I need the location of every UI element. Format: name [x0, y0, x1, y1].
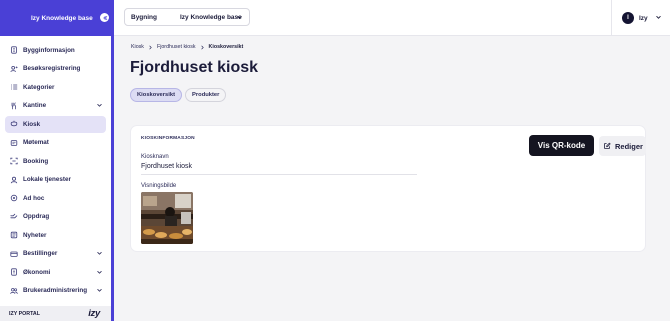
sidebar-item-label: Bestillinger	[23, 250, 58, 257]
sidebar-item-besoksregistrering[interactable]: Besøksregistrering	[5, 60, 106, 77]
chevron-down-icon	[97, 104, 102, 107]
sidebar-item-ad-hoc[interactable]: Ad hoc	[5, 190, 106, 207]
show-qr-code-button[interactable]: Vis QR-kode	[529, 135, 594, 156]
visitor-icon	[10, 65, 18, 73]
sidebar: Izy Knowledge base Bygginformasjon Besøk…	[0, 0, 114, 321]
chevron-down-icon	[656, 15, 661, 19]
sidebar-item-label: Nyheter	[23, 231, 47, 239]
local-services-icon	[10, 176, 18, 184]
kiosk-display-image	[141, 192, 193, 244]
sidebar-item-booking[interactable]: Booking	[5, 153, 106, 170]
breadcrumb-item-fjordhuset-kiosk[interactable]: Fjordhuset kiosk	[157, 44, 196, 50]
sidebar-item-kiosk[interactable]: Kiosk	[5, 115, 106, 133]
sidebar-item-label: Kategorier	[23, 83, 55, 91]
sidebar-header: Izy Knowledge base	[0, 0, 111, 36]
chevron-right-icon	[200, 45, 204, 49]
page-title: Fjordhuset kiosk	[130, 59, 259, 76]
sidebar-item-kategorier[interactable]: Kategorier	[5, 79, 106, 96]
sidebar-item-okonomi[interactable]: Økonomi	[5, 264, 106, 281]
list-icon	[10, 83, 18, 91]
sidebar-item-oppdrag[interactable]: Oppdrag	[5, 208, 106, 225]
user-name: Izy	[639, 14, 648, 22]
double-chevron-left-icon	[102, 15, 107, 20]
cutlery-icon	[10, 101, 18, 110]
sidebar-nav: Bygginformasjon Besøksregistrering Kateg…	[0, 40, 111, 301]
sidebar-item-brukeradministrering[interactable]: Brukeradministrering	[5, 282, 106, 299]
sidebar-item-label: Brukeradministrering	[23, 287, 88, 294]
sidebar-item-label: Økonomi	[23, 268, 51, 276]
building-select-label: Bygning	[131, 13, 157, 21]
field-divider	[141, 174, 417, 175]
collapse-sidebar-button[interactable]	[100, 13, 109, 22]
kiosk-name-label: Kiosknavn	[141, 154, 169, 160]
sidebar-item-bygginformasjon[interactable]: Bygginformasjon	[5, 42, 106, 59]
building-select[interactable]: Bygning Izy Knowledge base	[124, 8, 250, 26]
edit-button[interactable]: Rediger	[599, 136, 646, 156]
sidebar-item-label: Ad hoc	[23, 194, 45, 202]
sidebar-item-label: Kiosk	[23, 120, 41, 128]
user-menu[interactable]: I Izy	[611, 0, 670, 36]
sidebar-item-label: Møtemat	[23, 139, 49, 146]
sidebar-brand: Izy Knowledge base	[31, 14, 93, 22]
sidebar-item-kantine[interactable]: Kantine	[5, 97, 106, 114]
building-icon	[10, 46, 18, 54]
tabs: Kioskoversikt Produkter	[130, 88, 229, 102]
kiosk-name-value: Fjordhuset kiosk	[141, 163, 192, 170]
chevron-down-icon	[97, 252, 102, 255]
breadcrumb: Kiosk Fjordhuset kiosk Kioskoversikt	[131, 44, 243, 50]
users-icon	[10, 287, 18, 295]
sidebar-item-nyheter[interactable]: Nyheter	[5, 227, 106, 244]
izy-logo: izy	[88, 308, 100, 319]
news-icon	[10, 231, 18, 239]
breadcrumb-item-kiosk[interactable]: Kiosk	[131, 44, 144, 50]
sidebar-item-motemat[interactable]: Møtemat	[5, 134, 106, 151]
avatar: I	[622, 12, 634, 24]
edit-button-label: Rediger	[615, 141, 643, 151]
booking-icon	[10, 157, 18, 165]
chevron-right-icon	[149, 45, 152, 49]
section-title: KIOSKINFORMASJON	[141, 136, 195, 141]
sidebar-item-label: Lokale tjenester	[23, 176, 71, 183]
tab-produkter[interactable]: Produkter	[185, 88, 227, 102]
breadcrumb-item-current: Kioskoversikt	[208, 44, 244, 50]
meeting-food-icon	[10, 139, 18, 147]
sidebar-item-label: Kantine	[23, 102, 47, 109]
sidebar-item-lokale-tjenester[interactable]: Lokale tjenester	[5, 171, 106, 188]
topbar: Bygning Izy Knowledge base I Izy	[114, 0, 670, 36]
building-select-value: Izy Knowledge base	[180, 13, 242, 21]
chevron-down-icon	[97, 270, 102, 274]
finance-icon	[10, 268, 18, 276]
chevron-down-icon	[237, 15, 242, 19]
sidebar-item-label: Booking	[23, 157, 49, 165]
sidebar-footer: IZY PORTAL izy	[0, 306, 111, 321]
kiosk-info-card: KIOSKINFORMASJON Vis QR-kode Rediger Kio…	[130, 125, 646, 252]
tab-kioskoversikt[interactable]: Kioskoversikt	[130, 88, 183, 102]
kiosk-icon	[10, 120, 18, 128]
display-image-label: Visningsbilde	[141, 183, 177, 189]
adhoc-icon	[10, 194, 18, 202]
sidebar-item-label: Bygginformasjon	[23, 46, 75, 54]
portal-label: IZY PORTAL	[9, 310, 40, 317]
task-icon	[10, 213, 18, 221]
edit-icon	[604, 142, 611, 149]
main-content: Kiosk Fjordhuset kiosk Kioskoversikt Fjo…	[114, 37, 670, 321]
sidebar-item-label: Besøksregistrering	[23, 65, 81, 72]
orders-icon	[10, 250, 18, 258]
sidebar-item-label: Oppdrag	[23, 213, 50, 220]
chevron-down-icon	[97, 289, 102, 292]
sidebar-item-bestillinger[interactable]: Bestillinger	[5, 245, 106, 262]
